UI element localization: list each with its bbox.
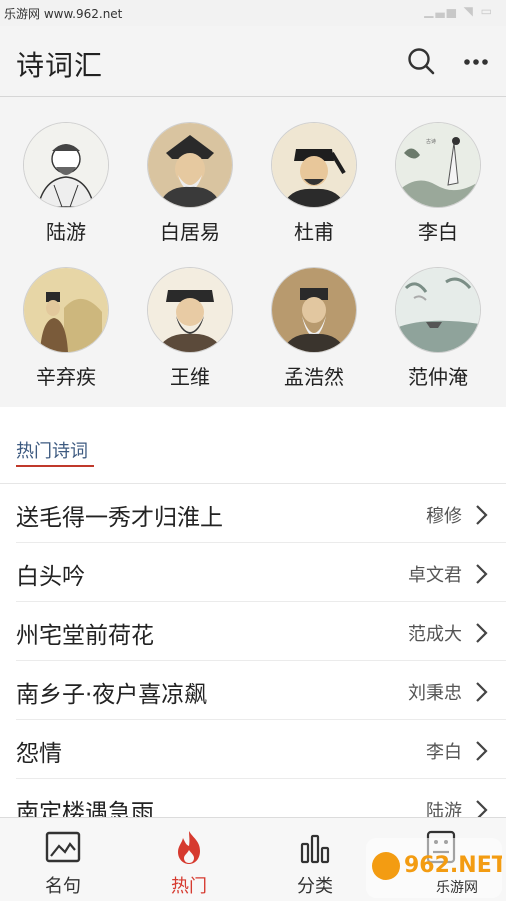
tab-label: 名句 — [45, 876, 81, 897]
tab-category[interactable]: 分类 — [252, 818, 378, 901]
poet-name: 范仲淹 — [408, 365, 468, 389]
poet-name: 杜甫 — [294, 220, 334, 244]
bar-chart-icon — [300, 834, 330, 864]
flame-icon — [178, 831, 200, 864]
poem-title: 白头吟 — [16, 564, 85, 590]
poet-avatar — [23, 122, 109, 208]
poet-name: 孟浩然 — [284, 365, 344, 389]
svg-text:古诗: 古诗 — [426, 138, 436, 145]
search-icon[interactable] — [406, 46, 436, 76]
poet-card[interactable]: 王维 — [135, 267, 245, 390]
poem-row[interactable]: 州宅堂前荷花 范成大 — [0, 602, 506, 661]
poet-card[interactable]: 范仲淹 — [383, 267, 493, 390]
poem-row[interactable]: 白头吟 卓文君 — [0, 543, 506, 602]
watermark-logo: 962.NET 乐游网 — [366, 838, 502, 898]
poem-row[interactable]: 南乡子·夜户喜凉飙 刘秉忠 — [0, 661, 506, 720]
poem-author: 李白 — [426, 742, 462, 763]
badge-sub: 乐游网 — [436, 880, 478, 896]
tab-hot[interactable]: 热门 — [126, 818, 252, 901]
poet-name: 李白 — [418, 220, 458, 244]
poet-avatar — [395, 267, 481, 353]
poet-card[interactable]: 古诗 李白 — [383, 122, 493, 245]
poet-avatar — [147, 122, 233, 208]
more-icon[interactable] — [462, 48, 490, 76]
poet-name: 王维 — [170, 365, 210, 389]
badge-text: 962.NET — [404, 853, 502, 878]
poet-card[interactable]: 杜甫 — [259, 122, 369, 245]
poet-avatar — [147, 267, 233, 353]
section-underline — [16, 465, 94, 467]
poet-avatar — [23, 267, 109, 353]
poet-name: 陆游 — [46, 220, 86, 244]
chevron-right-icon — [476, 741, 488, 761]
poet-card[interactable]: 陆游 — [11, 122, 121, 245]
poet-avatar: 古诗 — [395, 122, 481, 208]
poets-grid: 陆游 白居易 杜甫 古诗 李白 辛弃疾 王维 孟浩然 范仲淹 — [0, 97, 506, 397]
picture-icon — [45, 831, 81, 863]
hot-section: 热门诗词 送毛得一秀才归淮上 穆修 白头吟 卓文君 州宅堂前荷花 范成大 南乡子… — [0, 407, 506, 826]
tab-label: 热门 — [171, 876, 207, 897]
chevron-right-icon — [476, 564, 488, 584]
poem-title: 怨情 — [16, 741, 62, 767]
chevron-right-icon — [476, 682, 488, 702]
status-watermark: 乐游网 www.962.net — [4, 7, 123, 21]
poem-title: 送毛得一秀才归淮上 — [16, 505, 223, 531]
status-icons: ▁▃▅ ◥ ▭ — [424, 4, 494, 18]
poem-author: 范成大 — [408, 624, 462, 645]
tab-famous-lines[interactable]: 名句 — [0, 818, 126, 901]
tab-label: 分类 — [297, 876, 333, 897]
poem-row[interactable]: 送毛得一秀才归淮上 穆修 — [0, 484, 506, 543]
chevron-right-icon — [476, 623, 488, 643]
poem-author: 刘秉忠 — [408, 683, 462, 704]
poet-card[interactable]: 孟浩然 — [259, 267, 369, 390]
poet-avatar — [271, 122, 357, 208]
poet-name: 辛弃疾 — [36, 365, 96, 389]
app-header: 诗词汇 — [0, 26, 506, 97]
poem-author: 穆修 — [426, 506, 462, 527]
app-title: 诗词汇 — [16, 49, 104, 82]
chevron-right-icon — [476, 505, 488, 525]
status-bar: 乐游网 www.962.net ▁▃▅ ◥ ▭ — [0, 0, 506, 26]
poet-name: 白居易 — [160, 220, 220, 244]
poet-avatar — [271, 267, 357, 353]
poet-card[interactable]: 白居易 — [135, 122, 245, 245]
poem-title: 南乡子·夜户喜凉飙 — [16, 682, 208, 708]
poem-row[interactable]: 怨情 李白 — [0, 720, 506, 779]
section-title: 热门诗词 — [16, 441, 88, 462]
poem-author: 卓文君 — [408, 565, 462, 586]
poet-card[interactable]: 辛弃疾 — [11, 267, 121, 390]
poem-title: 州宅堂前荷花 — [16, 623, 154, 649]
